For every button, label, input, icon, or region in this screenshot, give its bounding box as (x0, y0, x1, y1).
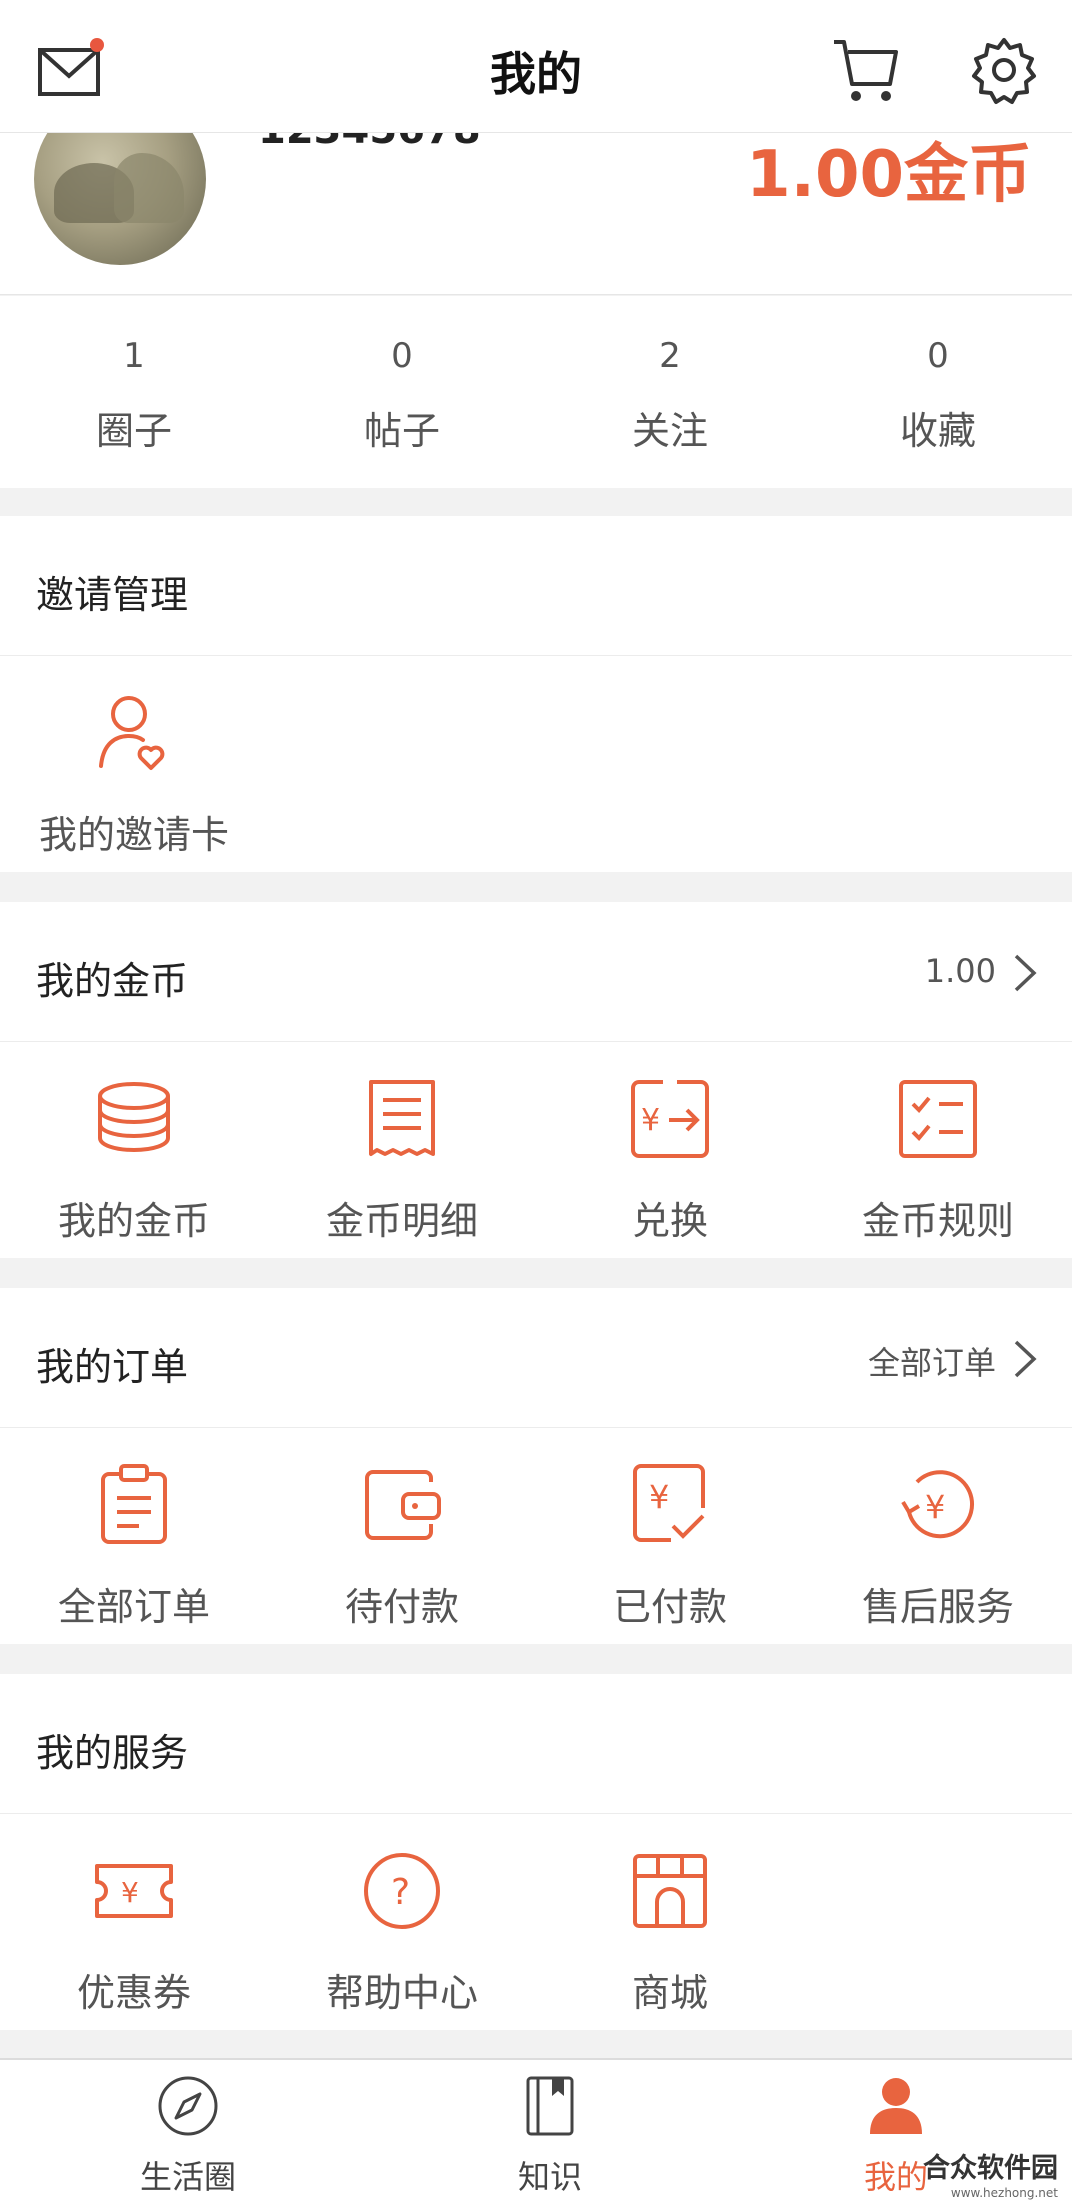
cell-label: 我的金币 (57, 1199, 210, 1243)
coin-balance[interactable]: 1.00金币 (746, 133, 1032, 215)
store-icon (627, 1848, 713, 1934)
watermark-text: 合众软件园 (923, 2153, 1058, 2184)
section-title: 我的订单 (36, 1345, 189, 1389)
bottom-tab-bar: 生活圈 知识 我的 合众软件园 www.hezhong.net (0, 2058, 1072, 2200)
book-icon (518, 2074, 582, 2138)
coupon-icon: ¥ (91, 1848, 177, 1934)
cell-label: 商城 (631, 1971, 708, 2015)
stat-favorites[interactable]: 0 收藏 (804, 336, 1072, 455)
wallet-icon (359, 1462, 445, 1548)
orders-section: 我的订单 全部订单 全部订单 待付款 ¥ 已付款 ¥ 售后服务 (0, 1288, 1072, 1644)
all-orders-button[interactable]: 全部订单 (0, 1462, 268, 1631)
user-icon (864, 2074, 928, 2138)
all-orders-link[interactable]: 全部订单 (868, 1338, 996, 1384)
stat-label: 帖子 (363, 409, 440, 453)
my-coins-button[interactable]: 我的金币 (0, 1076, 268, 1245)
user-id: 12345678 (258, 133, 481, 153)
page-title: 我的 (490, 47, 582, 101)
cell-label: 优惠券 (76, 1971, 191, 2015)
stat-label: 收藏 (899, 409, 976, 453)
avatar[interactable] (34, 133, 206, 265)
stat-value: 0 (391, 336, 413, 376)
receipt-icon (359, 1076, 445, 1162)
svg-text:¥: ¥ (649, 1478, 669, 1516)
cell-label: 待付款 (344, 1585, 459, 1629)
stat-value: 1 (123, 336, 145, 376)
coin-details-button[interactable]: 金币明细 (268, 1076, 536, 1245)
paid-icon: ¥ (627, 1462, 713, 1548)
svg-text:¥: ¥ (641, 1103, 660, 1138)
coupon-button[interactable]: ¥ 优惠券 (0, 1848, 268, 2017)
tab-label: 知识 (517, 2158, 582, 2196)
refund-icon: ¥ (895, 1462, 981, 1548)
cell-label: 售后服务 (861, 1585, 1014, 1629)
cell-label: 帮助中心 (325, 1971, 478, 2015)
store-button[interactable]: 商城 (536, 1848, 804, 2017)
top-bar: 我的 (0, 0, 1072, 133)
help-icon: ? (359, 1848, 445, 1934)
watermark-url: www.hezhong.net (950, 2186, 1058, 2200)
chevron-right-icon (1014, 954, 1037, 992)
section-title: 邀请管理 (36, 573, 189, 617)
stat-value: 2 (659, 336, 681, 376)
rules-icon (895, 1076, 981, 1162)
cell-label: 金币规则 (861, 1199, 1014, 1243)
section-title: 我的服务 (36, 1731, 189, 1775)
help-center-button[interactable]: ? 帮助中心 (268, 1848, 536, 2017)
coin-stack-icon (91, 1076, 177, 1162)
cell-label: 兑换 (631, 1199, 708, 1243)
section-header: 我的服务 (0, 1674, 1072, 1814)
exchange-button[interactable]: ¥ 兑换 (536, 1076, 804, 1245)
section-header: 邀请管理 (0, 516, 1072, 656)
stat-value: 0 (927, 336, 949, 376)
cell-label: 已付款 (612, 1585, 727, 1629)
svg-text:¥: ¥ (925, 1488, 945, 1526)
cell-label: 金币明细 (325, 1199, 478, 1243)
paid-button[interactable]: ¥ 已付款 (536, 1462, 804, 1631)
section-header[interactable]: 我的金币 1.00 (0, 902, 1072, 1042)
stat-circles[interactable]: 1 圈子 (0, 336, 268, 455)
svg-text:?: ? (391, 1872, 410, 1913)
invite-card-icon (91, 690, 177, 776)
stat-posts[interactable]: 0 帖子 (268, 336, 536, 455)
clipboard-icon (91, 1462, 177, 1548)
services-section: 我的服务 ¥ 优惠券 ? 帮助中心 商城 (0, 1674, 1072, 2030)
section-header[interactable]: 我的订单 全部订单 (0, 1288, 1072, 1428)
tab-label: 生活圈 (139, 2158, 236, 2196)
coins-section: 我的金币 1.00 我的金币 金币明细 ¥ 兑换 金币规则 (0, 902, 1072, 1258)
pending-payment-button[interactable]: 待付款 (268, 1462, 536, 1631)
section-title: 我的金币 (36, 959, 189, 1003)
gear-icon[interactable] (968, 34, 1040, 106)
stat-label: 关注 (631, 409, 708, 453)
after-sales-button[interactable]: ¥ 售后服务 (804, 1462, 1072, 1631)
invite-section: 邀请管理 我的邀请卡 (0, 516, 1072, 872)
stats-row: 1 圈子 0 帖子 2 关注 0 收藏 (0, 296, 1072, 488)
exchange-icon: ¥ (627, 1076, 713, 1162)
tab-knowledge[interactable]: 知识 (440, 2074, 660, 2198)
stat-following[interactable]: 2 关注 (536, 336, 804, 455)
compass-icon (156, 2074, 220, 2138)
chevron-right-icon (1014, 1340, 1037, 1378)
invite-card-label: 我的邀请卡 (38, 813, 229, 857)
profile-card: 12345678 1.00金币 (0, 133, 1072, 295)
svg-text:¥: ¥ (121, 1876, 139, 1909)
coin-rules-button[interactable]: 金币规则 (804, 1076, 1072, 1245)
cell-label: 全部订单 (57, 1585, 210, 1629)
cart-icon[interactable] (830, 34, 902, 106)
stat-label: 圈子 (95, 409, 172, 453)
coin-value: 1.00 (924, 952, 996, 990)
tab-life-circle[interactable]: 生活圈 (78, 2074, 298, 2198)
invite-card-button[interactable]: 我的邀请卡 (0, 690, 268, 859)
